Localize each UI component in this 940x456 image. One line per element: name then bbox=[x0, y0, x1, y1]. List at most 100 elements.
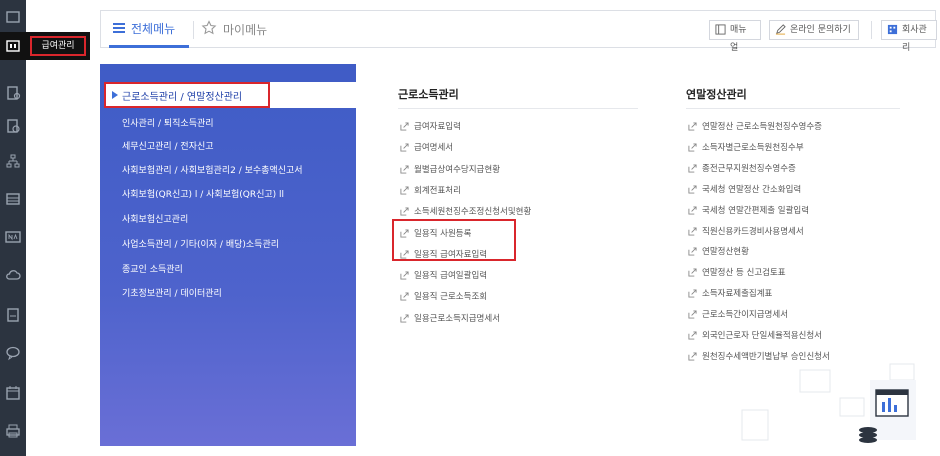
menu-link-label: 소득자별근로소득원천징수부 bbox=[702, 142, 804, 153]
payroll-icon[interactable] bbox=[4, 37, 22, 55]
building-icon bbox=[887, 24, 898, 35]
file-icon[interactable] bbox=[4, 306, 22, 324]
top-bar: 전체메뉴 마이메뉴 매뉴얼 온라인 문의하기 회사관리 bbox=[100, 10, 937, 53]
external-link-icon bbox=[400, 165, 409, 174]
column-title-earned-income: 근로소득관리 bbox=[398, 88, 459, 101]
external-link-icon bbox=[688, 185, 697, 194]
divider bbox=[193, 21, 194, 39]
document-icon[interactable] bbox=[4, 8, 22, 26]
menu-link-label: 종전근무지원천징수영수증 bbox=[702, 163, 796, 174]
menu-link-label: 직원신용카드경비사용명세서 bbox=[702, 226, 804, 237]
menu-link[interactable]: 일용직 근로소득조회 bbox=[400, 291, 487, 303]
external-link-icon bbox=[688, 226, 697, 236]
annotation-highlight-box bbox=[392, 219, 516, 261]
table-icon[interactable] bbox=[4, 190, 22, 208]
external-link-icon bbox=[400, 143, 409, 152]
menu-link-label: 연말정산현황 bbox=[702, 247, 749, 258]
menu-item[interactable]: 사업소득관리 / 기타(이자 / 배당)소득관리 bbox=[122, 237, 279, 250]
book-icon bbox=[715, 24, 726, 35]
menu-link[interactable]: 종전근무지원천징수영수증 bbox=[688, 163, 796, 175]
menu-link[interactable]: 연말정산 근로소득원천징수영수증 bbox=[688, 121, 822, 133]
tab-my-menu[interactable]: 마이메뉴 bbox=[223, 21, 267, 38]
star-icon[interactable] bbox=[201, 20, 217, 36]
menu-link[interactable]: 소득자별근로소득원천징수부 bbox=[688, 142, 804, 154]
menu-link-label: 월별급상여수당지급현황 bbox=[414, 164, 501, 175]
org-chart-icon[interactable] bbox=[4, 152, 22, 170]
external-link-icon bbox=[400, 292, 409, 301]
external-link-icon bbox=[688, 310, 697, 319]
sidebar-flyout: 급여관리 bbox=[26, 32, 90, 60]
manual-button[interactable]: 매뉴얼 bbox=[709, 20, 761, 53]
menu-item[interactable]: 기초정보관리 / 데이터관리 bbox=[122, 286, 222, 299]
menu-link[interactable]: 직원신용카드경비사용명세서 bbox=[688, 226, 804, 238]
menu-item[interactable]: 세무신고관리 / 전자신고 bbox=[122, 139, 214, 152]
company-management-button[interactable]: 회사관리 bbox=[881, 20, 937, 53]
menu-item-active[interactable]: 근로소득관리 / 연말정산관리 bbox=[104, 82, 270, 108]
external-link-icon bbox=[400, 271, 409, 280]
online-inquiry-button[interactable]: 온라인 문의하기 bbox=[769, 20, 859, 40]
menu-link[interactable]: 월별급상여수당지급현황 bbox=[400, 164, 500, 176]
external-link-icon bbox=[400, 314, 409, 323]
menu-link-label: 일용직 근로소득조회 bbox=[414, 292, 488, 303]
menu-link-label: 소득세원천징수조정신청서및현황 bbox=[414, 207, 532, 218]
menu-item[interactable]: 사회보험관리 / 사회보험관리2 / 보수총액신고서 bbox=[122, 163, 303, 176]
external-link-icon bbox=[688, 289, 697, 298]
menu-link[interactable]: 소득세원천징수조정신청서및현황 bbox=[400, 206, 531, 218]
menu-link[interactable]: 외국인근로자 단일세율적용신청서 bbox=[688, 330, 822, 342]
divider bbox=[686, 108, 900, 109]
menu-item[interactable]: 사회보험(QR신고) l / 사회보험(QR신고) ll bbox=[122, 187, 284, 200]
menu-link[interactable]: 일용근로소득지급명세서 bbox=[400, 313, 500, 325]
flyout-payroll-label[interactable]: 급여관리 bbox=[30, 36, 86, 56]
menu-link-label: 급여자료입력 bbox=[414, 122, 461, 132]
online-inquiry-label: 온라인 문의하기 bbox=[790, 25, 851, 35]
clock-doc-icon[interactable] bbox=[4, 117, 22, 135]
external-link-icon bbox=[688, 122, 697, 131]
tab-all-menu[interactable]: 전체메뉴 bbox=[131, 20, 175, 37]
na-box-icon[interactable] bbox=[4, 228, 22, 246]
external-link-icon bbox=[400, 186, 409, 195]
menu-link-label: 소득자료제출집계표 bbox=[702, 289, 773, 300]
menu-item[interactable]: 사회보험신고관리 bbox=[122, 212, 188, 225]
cloud-icon[interactable] bbox=[4, 266, 22, 284]
external-link-icon bbox=[688, 331, 697, 340]
menu-link-label: 일용직 급여일괄입력 bbox=[414, 271, 488, 282]
menu-link[interactable]: 급여명세서 bbox=[400, 142, 453, 154]
external-link-icon bbox=[688, 268, 697, 277]
external-link-icon bbox=[688, 206, 697, 215]
menu-link[interactable]: 국세청 연말정산 간소화입력 bbox=[688, 184, 801, 196]
icon-rail bbox=[0, 0, 26, 456]
hamburger-icon[interactable] bbox=[113, 23, 125, 33]
menu-link[interactable]: 근로소득간이지급명세서 bbox=[688, 309, 788, 321]
pencil-icon bbox=[775, 24, 786, 35]
menu-link-label: 국세청 연말정산 간소화입력 bbox=[702, 184, 802, 195]
external-link-icon bbox=[400, 122, 409, 131]
menu-link[interactable]: 회계전표처리 bbox=[400, 185, 461, 197]
external-link-icon bbox=[400, 207, 409, 216]
menu-link[interactable]: 국세청 연말간편제출 일괄입력 bbox=[688, 205, 809, 217]
menu-link-label: 근로소득간이지급명세서 bbox=[702, 310, 789, 321]
calendar-icon[interactable] bbox=[4, 384, 22, 402]
menu-item[interactable]: 종교인 소득관리 bbox=[122, 262, 183, 275]
menu-link[interactable]: 소득자료제출집계표 bbox=[688, 288, 772, 300]
external-link-icon bbox=[688, 247, 697, 256]
column-title-year-end: 연말정산관리 bbox=[686, 88, 747, 101]
menu-item[interactable]: 인사관리 / 퇴직소득관리 bbox=[122, 116, 214, 129]
external-link-icon bbox=[688, 164, 697, 173]
menu-link[interactable]: 연말정산현황 bbox=[688, 246, 749, 258]
chat-icon[interactable] bbox=[4, 344, 22, 362]
active-menu-connector bbox=[270, 82, 356, 108]
tax-doc-icon[interactable] bbox=[4, 84, 22, 102]
menu-link[interactable]: 일용직 급여일괄입력 bbox=[400, 270, 487, 282]
divider bbox=[398, 108, 638, 109]
menu-link[interactable]: 연말정산 등 신고검토표 bbox=[688, 267, 786, 279]
divider bbox=[871, 21, 872, 39]
arrow-right-icon bbox=[112, 91, 118, 99]
manual-label: 매뉴얼 bbox=[730, 25, 747, 53]
company-management-label: 회사관리 bbox=[902, 25, 927, 53]
menu-item-active-label: 근로소득관리 / 연말정산관리 bbox=[122, 92, 243, 103]
menu-link-label: 급여명세서 bbox=[414, 143, 454, 154]
menu-link-label: 연말정산 등 신고검토표 bbox=[702, 268, 786, 279]
menu-link[interactable]: 급여자료입력 bbox=[400, 121, 461, 133]
menu-link-label: 외국인근로자 단일세율적용신청서 bbox=[702, 331, 823, 341]
printer-icon[interactable] bbox=[4, 422, 22, 440]
